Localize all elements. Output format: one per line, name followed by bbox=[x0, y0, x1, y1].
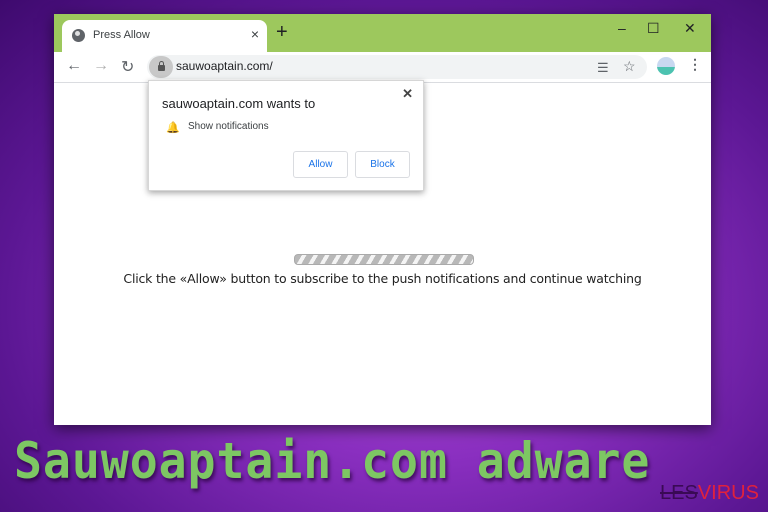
logo-part-virus: VIRUS bbox=[697, 482, 759, 504]
loading-progress-bar bbox=[294, 254, 474, 265]
toolbar: ← → ↻ sauwoaptain.com/ ☰ ☆ ⋮ bbox=[54, 52, 711, 83]
headline-title: Sauwoaptain.com adware bbox=[14, 432, 651, 490]
site-logo: LESVIRUS bbox=[660, 482, 759, 505]
url-text[interactable]: sauwoaptain.com/ bbox=[176, 59, 273, 73]
reader-mode-icon[interactable]: ☰ bbox=[597, 60, 609, 76]
title-bar: Press Allow × + – ☐ ✕ bbox=[54, 14, 711, 52]
logo-part-les: LES bbox=[660, 482, 698, 504]
permission-text: Show notifications bbox=[188, 121, 269, 132]
bell-icon: 🔔 bbox=[166, 122, 180, 134]
forward-button[interactable]: → bbox=[93, 57, 109, 75]
browser-window: Press Allow × + – ☐ ✕ ← → ↻ sauwoaptain.… bbox=[54, 14, 711, 425]
globe-icon bbox=[72, 29, 85, 42]
tab-press-allow[interactable]: Press Allow × bbox=[62, 20, 267, 52]
reload-button[interactable]: ↻ bbox=[121, 57, 134, 77]
new-tab-button[interactable]: + bbox=[276, 22, 288, 42]
notification-permission-popup: sauwoaptain.com wants to ✕ 🔔 Show notifi… bbox=[148, 80, 424, 191]
popup-close-icon[interactable]: ✕ bbox=[402, 86, 413, 102]
allow-button[interactable]: Allow bbox=[293, 151, 348, 178]
popup-title: sauwoaptain.com wants to bbox=[162, 96, 316, 111]
maximize-button[interactable]: ☐ bbox=[647, 20, 660, 37]
tab-title: Press Allow bbox=[93, 29, 150, 41]
tab-close-icon[interactable]: × bbox=[251, 26, 259, 42]
close-window-button[interactable]: ✕ bbox=[684, 20, 696, 37]
back-button[interactable]: ← bbox=[66, 57, 82, 75]
profile-avatar[interactable] bbox=[657, 57, 675, 75]
bookmark-star-icon[interactable]: ☆ bbox=[623, 58, 636, 75]
menu-icon[interactable]: ⋮ bbox=[688, 56, 702, 73]
lock-icon[interactable] bbox=[149, 56, 173, 78]
address-bar[interactable]: sauwoaptain.com/ ☰ ☆ bbox=[147, 55, 647, 79]
page-message: Click the «Allow» button to subscribe to… bbox=[123, 271, 642, 286]
minimize-button[interactable]: – bbox=[618, 20, 626, 36]
block-button[interactable]: Block bbox=[355, 151, 410, 178]
